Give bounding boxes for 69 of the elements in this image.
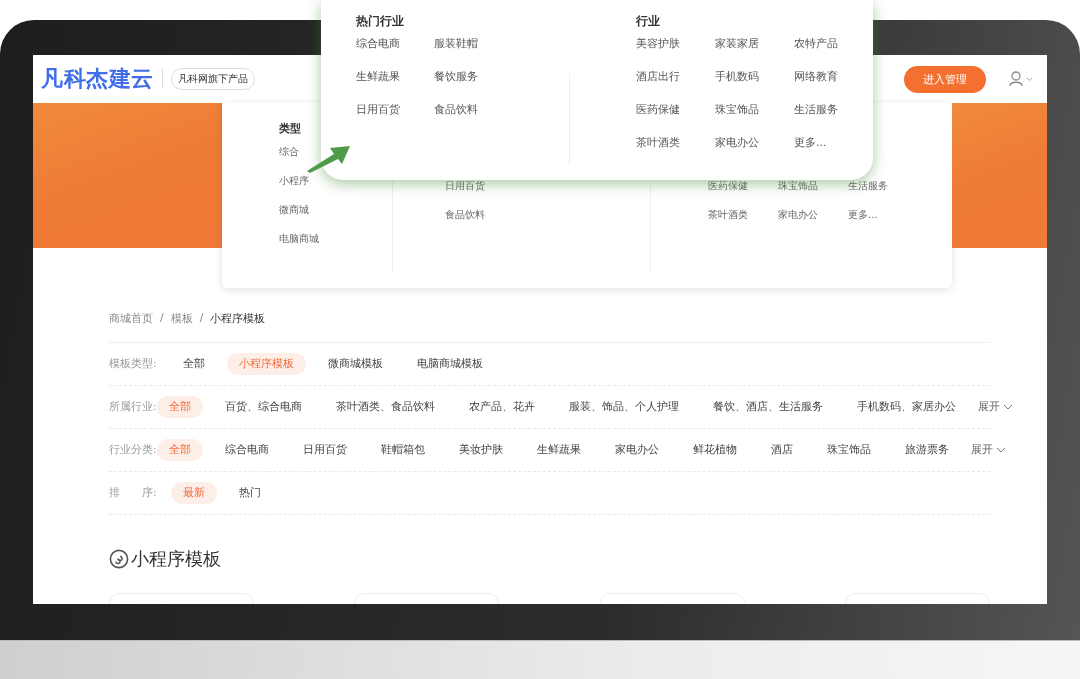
filter-option[interactable]: 美妆护肤	[446, 439, 515, 461]
column-title: 行业	[636, 13, 661, 30]
menu-item[interactable]: 珠宝饰品	[715, 103, 794, 117]
filter-option[interactable]: 餐饮、酒店、生活服务	[700, 396, 835, 418]
chevron-down-icon	[1002, 404, 1013, 410]
breadcrumb-link[interactable]: 模板	[170, 311, 193, 326]
filter-option[interactable]: 茶叶酒类、食品饮料	[323, 396, 447, 418]
breadcrumb-separator: /	[160, 311, 164, 326]
menu-item[interactable]: 食品饮料	[445, 208, 485, 222]
filter-option[interactable]: 鞋帽箱包	[368, 439, 437, 461]
filter-option[interactable]: 电脑商城模板	[405, 353, 495, 375]
menu-item[interactable]: 医药保健	[636, 103, 715, 117]
expand-link[interactable]: 展开	[977, 400, 1013, 414]
column-title: 热门行业	[356, 13, 405, 30]
section-title: 小程序模板	[131, 547, 221, 571]
menu-item[interactable]: 综合	[279, 145, 299, 159]
filter-option[interactable]: 手机数码、家居办公	[844, 396, 968, 418]
filter-option[interactable]: 全部	[171, 353, 217, 375]
menu-item[interactable]: 服装鞋帽	[434, 37, 512, 51]
menu-item[interactable]: 微商城	[279, 203, 309, 217]
menu-item[interactable]: 家电办公	[715, 136, 794, 150]
menu-item[interactable]: 日用百货	[445, 179, 485, 193]
menu-item[interactable]: 更多...	[794, 136, 873, 150]
menu-item[interactable]: 茶叶酒类	[708, 208, 778, 222]
menu-item[interactable]: 家电办公	[778, 208, 848, 222]
filter-option[interactable]: 鲜花植物	[680, 439, 749, 461]
menu-item[interactable]: 医药保健	[708, 179, 778, 193]
menu-item[interactable]: 生鲜蔬果	[356, 70, 434, 84]
filter-option[interactable]: 家电办公	[602, 439, 671, 461]
mini-program-icon	[109, 549, 129, 569]
menu-item[interactable]: 综合电商	[356, 37, 434, 51]
filter-option[interactable]: 旅游票务	[892, 439, 961, 461]
filter-option[interactable]: 热门	[227, 482, 273, 504]
menu-item[interactable]: 家装家居	[715, 37, 794, 51]
filter-label: 排 序:	[109, 486, 158, 500]
filter-option[interactable]: 农产品、花卉	[456, 396, 547, 418]
menu-item[interactable]: 美容护肤	[636, 37, 715, 51]
filter-option[interactable]: 微商城模板	[316, 353, 395, 375]
filter-option[interactable]: 百货、综合电商	[212, 396, 314, 418]
chevron-down-icon	[995, 447, 1006, 453]
user-icon[interactable]	[1009, 71, 1035, 87]
filter-option[interactable]: 生鲜蔬果	[524, 439, 593, 461]
menu-item[interactable]: 农特产品	[794, 37, 873, 51]
filter-option[interactable]: 日用百货	[290, 439, 359, 461]
menu-item[interactable]: 生活服务	[794, 103, 873, 117]
menu-item[interactable]: 更多...	[848, 208, 918, 222]
filter-option[interactable]: 酒店	[758, 439, 805, 461]
menu-item[interactable]: 日用百货	[356, 103, 434, 117]
menu-item[interactable]: 餐饮服务	[434, 70, 512, 84]
column-title: 类型	[279, 121, 302, 137]
filter-option[interactable]: 综合电商	[212, 439, 281, 461]
menu-item[interactable]: 小程序	[279, 174, 309, 188]
menu-item[interactable]: 茶叶酒类	[636, 136, 715, 150]
breadcrumb-link[interactable]: 商城首页	[109, 311, 153, 326]
expand-link[interactable]: 展开	[970, 443, 1006, 457]
menu-item[interactable]: 电脑商城	[279, 232, 319, 246]
menu-item[interactable]: 生活服务	[848, 179, 918, 193]
filter-option[interactable]: 服装、饰品、个人护理	[556, 396, 691, 418]
logo[interactable]: 凡科杰建云	[41, 64, 154, 94]
breadcrumb-separator: /	[199, 311, 204, 326]
filter-label: 模板类型:	[109, 357, 158, 371]
filter-option[interactable]: 珠宝饰品	[814, 439, 883, 461]
menu-item[interactable]: 珠宝饰品	[778, 179, 848, 193]
filter-label: 所属行业:	[109, 400, 157, 414]
menu-item[interactable]: 食品饮料	[434, 103, 512, 117]
menu-item[interactable]: 手机数码	[715, 70, 794, 84]
filter-label: 行业分类:	[109, 443, 157, 457]
menu-item[interactable]: 酒店出行	[636, 70, 715, 84]
menu-item[interactable]: 网络教育	[794, 70, 873, 84]
